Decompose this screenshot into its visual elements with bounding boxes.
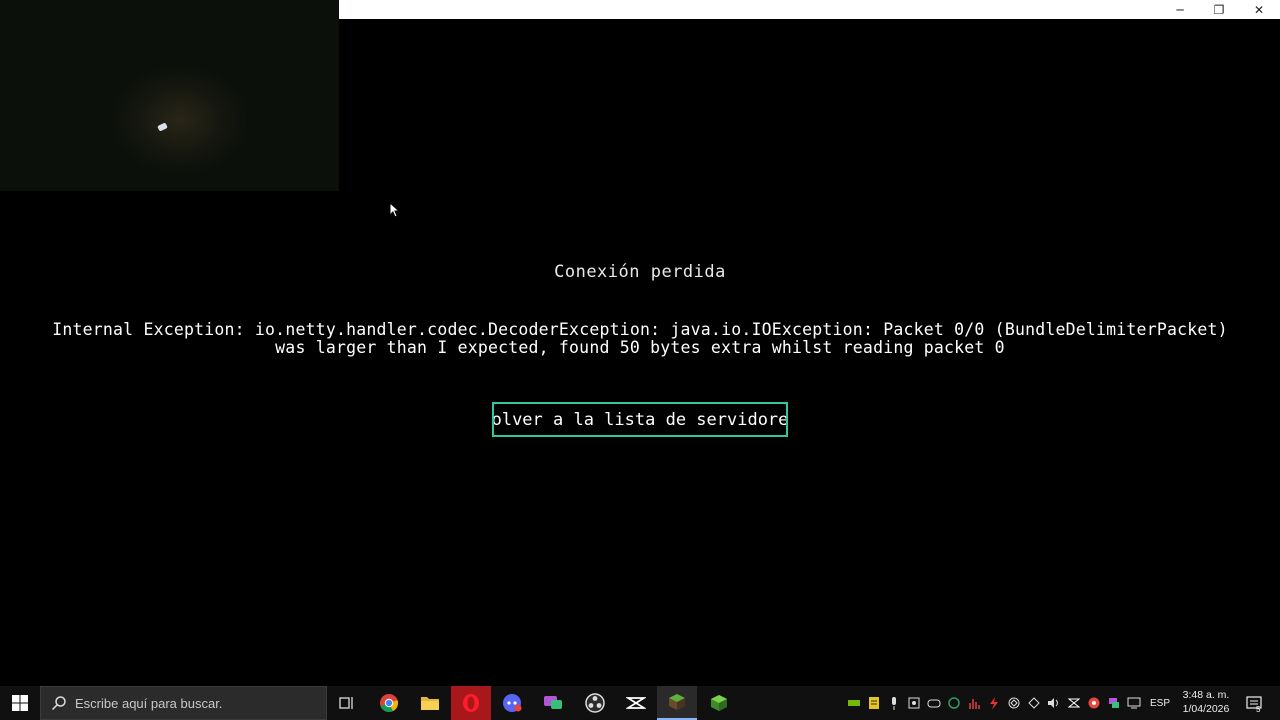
task-view-button[interactable] — [327, 686, 367, 720]
clock-time: 3:48 a. m. — [1182, 689, 1230, 701]
error-message: Internal Exception: io.netty.handler.cod… — [0, 321, 1280, 357]
error-message-line: was larger than I expected, found 50 byt… — [275, 338, 1005, 357]
tray-capture-icon[interactable] — [904, 686, 924, 720]
tray-app-icon[interactable] — [944, 686, 964, 720]
taskbar-search-box[interactable]: Escribe aquí para buscar. — [40, 686, 327, 720]
tray-chat-icon[interactable] — [1104, 686, 1124, 720]
mouse-cursor-icon — [389, 202, 401, 218]
taskbar: Escribe aquí para buscar. ESP 3:48 a. m.… — [0, 686, 1280, 720]
taskbar-app-minecraft-launcher[interactable] — [699, 686, 739, 720]
tray-capcut-icon[interactable] — [1064, 686, 1084, 720]
windows-logo-icon — [12, 695, 28, 711]
taskbar-app-chrome[interactable] — [369, 686, 409, 720]
tray-nvidia-icon[interactable] — [844, 686, 864, 720]
notification-count-badge: 5 — [1256, 705, 1261, 714]
search-placeholder: Escribe aquí para buscar. — [75, 695, 223, 711]
search-icon — [51, 696, 66, 711]
screen-title: Conexión perdida — [554, 262, 726, 282]
discord-icon — [503, 694, 522, 712]
minimize-button[interactable]: ─ — [1160, 0, 1200, 19]
window-title-bar[interactable]: ─ ❐ ✕ — [339, 0, 1280, 19]
taskbar-clock[interactable]: 3:48 a. m. 1/04/2026 — [1176, 688, 1236, 718]
taskbar-app-obs[interactable] — [575, 686, 615, 720]
webcam-overlay — [0, 0, 339, 191]
tray-pin-icon[interactable] — [1024, 686, 1044, 720]
taskbar-app-discord[interactable] — [492, 686, 532, 720]
tray-volume-icon[interactable] — [1044, 686, 1064, 720]
tray-microphone-icon[interactable] — [884, 686, 904, 720]
tray-audio-meter-icon[interactable] — [964, 686, 984, 720]
taskbar-app-capcut[interactable] — [616, 686, 656, 720]
error-message-line: Internal Exception: io.netty.handler.cod… — [52, 320, 1228, 339]
tray-network-icon[interactable] — [1124, 686, 1144, 720]
file-explorer-icon — [421, 697, 439, 710]
close-button[interactable]: ✕ — [1239, 0, 1279, 19]
start-button[interactable] — [0, 686, 40, 720]
back-to-server-list-label: Volver a la lista de servidores — [492, 409, 788, 430]
tray-controller-icon[interactable] — [924, 686, 944, 720]
webcam-glint — [157, 122, 168, 132]
back-to-server-list-button[interactable]: Volver a la lista de servidores — [492, 402, 788, 437]
tray-record-icon[interactable] — [1084, 686, 1104, 720]
tray-shield-icon[interactable] — [1004, 686, 1024, 720]
chat-app-icon — [544, 696, 562, 709]
restore-button[interactable]: ❐ — [1199, 0, 1239, 19]
notification-center-button[interactable]: 5 — [1242, 686, 1266, 720]
taskbar-app-file-explorer[interactable] — [410, 686, 450, 720]
obs-icon — [585, 693, 605, 713]
clock-date: 1/04/2026 — [1182, 703, 1230, 715]
task-view-icon — [339, 697, 353, 709]
input-language-indicator[interactable]: ESP — [1148, 686, 1172, 720]
taskbar-app-chat[interactable] — [533, 686, 573, 720]
tray-lightning-icon[interactable] — [984, 686, 1004, 720]
taskbar-app-opera[interactable] — [451, 686, 491, 720]
tray-notes-icon[interactable] — [864, 686, 884, 720]
minecraft-launcher-icon — [711, 695, 727, 711]
minecraft-icon — [669, 694, 685, 710]
opera-icon — [463, 694, 479, 712]
capcut-icon — [626, 697, 646, 709]
taskbar-app-minecraft[interactable] — [657, 686, 697, 720]
chrome-icon — [380, 694, 399, 713]
